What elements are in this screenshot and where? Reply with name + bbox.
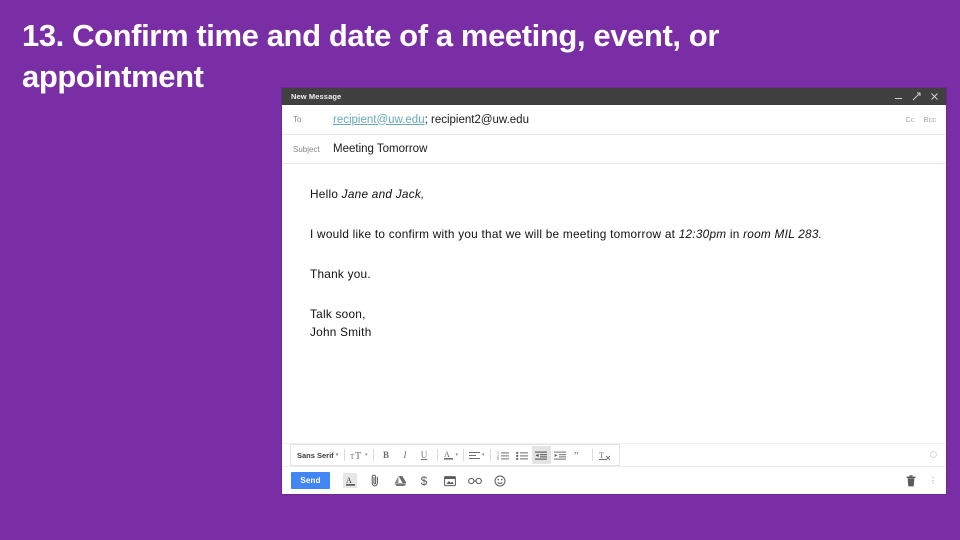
subject-field-label: Subject	[293, 144, 320, 154]
formatting-toolbar-group: Sans Serif ▾ T T ▾ B I U A ▾ ▾ 1 2 3 ” T	[290, 444, 620, 466]
chevron-down-icon: ▾	[335, 452, 339, 458]
toolbar-divider	[489, 449, 491, 461]
italic-button[interactable]: I	[396, 446, 415, 464]
body-signature: John Smith	[310, 324, 372, 339]
indent-more-button[interactable]	[551, 446, 570, 464]
font-size-button[interactable]: T T ▾	[348, 446, 370, 464]
quote-button[interactable]: ”	[570, 446, 589, 464]
toolbar-divider	[591, 449, 593, 461]
font-family-selector[interactable]: Sans Serif ▾	[295, 446, 341, 464]
compose-window-title: New Message	[291, 92, 342, 101]
toolbar-divider	[344, 449, 345, 461]
trash-icon[interactable]	[904, 473, 918, 488]
text-color-button[interactable]: A ▾	[441, 446, 461, 464]
cc-bcc-controls: Cc Bcc	[905, 115, 936, 124]
remove-formatting-button[interactable]: T	[596, 446, 615, 464]
message-body[interactable]: Hello Jane and Jack, I would like to con…	[282, 164, 946, 443]
recipient-email-link[interactable]: recipient@uw.edu	[333, 114, 425, 126]
body-greeting: Hello Jane and Jack,	[310, 186, 946, 204]
bcc-button[interactable]: Bcc	[923, 115, 936, 124]
formatting-toolbar: Sans Serif ▾ T T ▾ B I U A ▾ ▾ 1 2 3 ” T	[282, 443, 946, 466]
to-field-row[interactable]: To recipient@uw.edu; recipient2@uw.edu C…	[282, 105, 946, 135]
window-controls	[894, 92, 939, 101]
minimize-icon[interactable]	[894, 92, 903, 101]
align-button[interactable]: ▾	[467, 446, 487, 464]
send-button[interactable]: Send	[291, 472, 330, 489]
body-text-1: I would like to confirm with you that we…	[310, 226, 679, 241]
subject-field-input[interactable]: Meeting Tomorrow	[333, 143, 936, 155]
insert-money-icon[interactable]: $	[418, 473, 432, 488]
subject-field-row[interactable]: Subject Meeting Tomorrow	[282, 135, 946, 164]
send-bar: Send A $ ⋮	[282, 466, 946, 494]
recipient-email-rest: ; recipient2@uw.edu	[424, 113, 529, 126]
body-time: 12:30pm	[678, 226, 727, 241]
more-options-icon[interactable]: ⋮	[929, 476, 937, 485]
bulleted-list-button[interactable]	[513, 446, 532, 464]
body-paragraph-main: I would like to confirm with you that we…	[310, 226, 946, 244]
greeting-names: Jane and Jack,	[341, 187, 425, 201]
close-icon[interactable]	[930, 92, 939, 101]
svg-text:3: 3	[497, 457, 499, 460]
indent-less-button[interactable]	[531, 446, 551, 464]
compose-window: New Message To recipient@uw.edu; recipie…	[282, 88, 946, 494]
underline-label: U	[420, 450, 428, 460]
send-bar-right-controls: ⋮	[904, 473, 937, 488]
cc-button[interactable]: Cc	[905, 115, 914, 124]
to-field-label: To	[293, 115, 302, 124]
numbered-list-button[interactable]: 1 2 3	[494, 446, 513, 464]
body-text-2: in	[726, 226, 744, 241]
svg-text:T: T	[599, 451, 604, 460]
font-family-label: Sans Serif	[297, 450, 334, 460]
body-room: room MIL 283.	[743, 226, 823, 241]
bold-label: B	[383, 450, 390, 460]
svg-text:A: A	[444, 450, 450, 459]
toolbar-divider	[463, 449, 465, 461]
resize-handle[interactable]	[930, 451, 937, 458]
toolbar-divider	[372, 449, 374, 461]
svg-text:$: $	[421, 474, 428, 487]
chevron-down-icon: ▾	[482, 452, 485, 458]
attach-file-icon[interactable]	[368, 473, 382, 488]
bold-button[interactable]: B	[377, 446, 396, 464]
insert-emoji-icon[interactable]	[493, 473, 507, 488]
chevron-down-icon: ▾	[455, 452, 459, 458]
svg-text:A: A	[346, 476, 352, 485]
svg-text:T: T	[355, 451, 361, 461]
body-signoff: Talk soon,	[310, 306, 366, 321]
insert-link-icon[interactable]	[468, 473, 482, 488]
insert-photo-icon[interactable]	[443, 473, 457, 488]
greeting-plain: Hello	[310, 187, 342, 201]
to-field-input[interactable]: recipient@uw.edu; recipient2@uw.edu	[333, 114, 905, 126]
body-thanks: Thank you.	[310, 266, 371, 281]
toolbar-divider	[436, 449, 438, 461]
insert-drive-icon[interactable]	[393, 473, 407, 488]
chevron-down-icon: ▾	[365, 452, 368, 458]
svg-text:”: ”	[574, 451, 578, 460]
underline-button[interactable]: U	[415, 446, 434, 464]
compose-window-header[interactable]: New Message	[282, 88, 946, 105]
send-bar-icons: A $	[343, 473, 507, 488]
page-title: 13. Confirm time and date of a meeting, …	[22, 18, 728, 94]
expand-icon[interactable]	[912, 92, 921, 101]
italic-label: I	[403, 450, 407, 460]
formatting-icon[interactable]: A	[343, 473, 357, 488]
